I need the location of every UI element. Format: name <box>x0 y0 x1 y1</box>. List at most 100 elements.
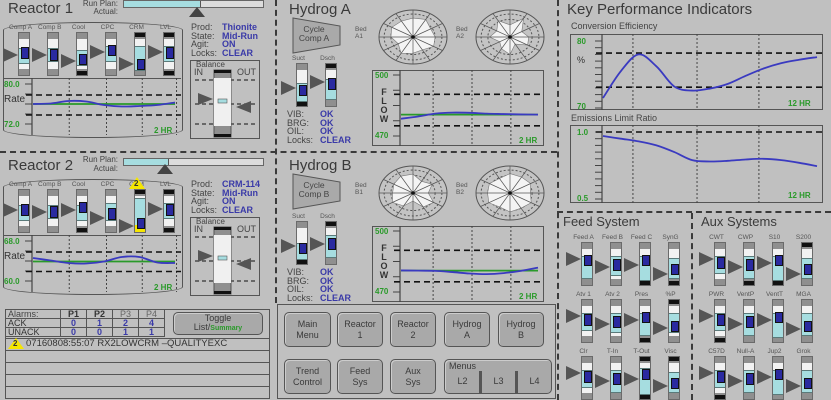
gauge-row: PWR VentP VentT MGA <box>699 291 815 343</box>
gauge-bar <box>639 242 651 286</box>
level-gauge: Suct <box>281 213 310 265</box>
gauge-label: VentT <box>766 291 783 298</box>
alarm-list-row-empty[interactable] <box>5 351 270 363</box>
gauge-bar <box>296 221 308 265</box>
gauge-bar <box>610 242 622 286</box>
gauge-bar <box>581 242 593 286</box>
gauge-setpoint-pointer-icon <box>32 205 47 220</box>
gauge-label: Suct <box>291 213 305 220</box>
trend-line <box>400 111 539 120</box>
balance-out-label: OUT <box>237 67 256 77</box>
toggle-list-summary-button[interactable]: Toggle List/Summary <box>173 312 263 335</box>
alarm-list-row-empty[interactable] <box>5 387 270 399</box>
gauge-bar <box>296 63 308 107</box>
axis-min-label: 60.0 <box>4 277 20 286</box>
level-gauge: Dsch <box>310 213 339 265</box>
gauge-high-limit <box>326 222 336 226</box>
level-gauge: Clr <box>566 348 595 400</box>
main-menu-button[interactable]: Main Menu <box>284 312 331 347</box>
level-gauge: T-In <box>595 348 624 400</box>
level-gauge: CPC <box>90 181 119 233</box>
unack-count: 0 <box>60 327 87 337</box>
gauge-label: S10 <box>768 234 781 241</box>
trend-span-label: 2 HR <box>154 126 173 135</box>
gauge-setpoint-pointer-icon <box>786 322 801 337</box>
button-label: Aux <box>405 365 421 376</box>
axis-min-label: 0.5 <box>577 194 589 203</box>
gauge-bar <box>581 356 593 400</box>
gauge-row: Comp A Comp B Cool CPC CRM LVL <box>3 24 177 76</box>
bed-label-line: A1 <box>355 33 363 40</box>
alarm-priority-icon: 2 <box>129 177 145 189</box>
button-label: Reactor <box>397 318 429 329</box>
gauge-setpoint-pointer-icon <box>566 365 581 380</box>
gauge-bar <box>18 189 30 233</box>
menu-l3-button[interactable]: L3 <box>482 376 515 387</box>
gauge-bar <box>134 189 146 233</box>
gauge-label: CWP <box>737 234 754 241</box>
balance-in-label: IN <box>194 224 203 234</box>
gauge-label: S200 <box>795 234 812 241</box>
gauge-bar <box>105 189 117 233</box>
axis-max-label: 500 <box>375 71 389 80</box>
gauge-label: Comp A <box>9 24 33 31</box>
actual-label: Actual: <box>93 164 118 173</box>
gauge-bar <box>47 32 59 76</box>
gauge-low-limit <box>715 338 725 342</box>
aux-sys-button[interactable]: Aux Sys <box>390 359 436 394</box>
feed-sys-button[interactable]: Feed Sys <box>337 359 383 394</box>
button-label: Sys <box>352 376 368 387</box>
button-label: Trend <box>295 365 320 376</box>
gauge-bar <box>668 299 680 343</box>
level-gauge: CRM 2 <box>119 177 148 233</box>
level-gauge: SynG <box>653 234 682 286</box>
gauge-label: CWT <box>709 234 724 241</box>
gauge-bar <box>772 356 784 400</box>
gauge-setpoint-pointer-icon <box>728 317 743 332</box>
chart-title: Conversion Efficiency <box>571 21 658 31</box>
level-gauge: T-Out <box>624 348 653 400</box>
trend-span-label: 12 HR <box>788 99 811 108</box>
chart-frame <box>372 226 544 302</box>
level-gauge: S200 <box>786 234 815 286</box>
axis-max-label: 68.0 <box>4 237 20 246</box>
divider <box>0 151 557 153</box>
gauge-value-marker <box>642 312 650 324</box>
unack-count: 1 <box>138 327 165 337</box>
level-gauge: Comp B <box>32 24 61 76</box>
menu-l4-button[interactable]: L4 <box>518 376 551 387</box>
gauge-label: T-Out <box>633 348 650 355</box>
status-value: CLEAR <box>320 135 351 146</box>
reactor-1-button[interactable]: Reactor 1 <box>337 312 383 347</box>
gauge-setpoint-pointer-icon <box>786 379 801 394</box>
gauge-value-marker <box>79 202 87 214</box>
alarm-list-row-empty[interactable] <box>5 375 270 387</box>
bed-b1-temperature-polar <box>378 165 448 221</box>
compressor-label-line: Comp A <box>298 33 330 43</box>
gauge-setpoint-pointer-icon <box>757 313 772 327</box>
level-gauge: C57D <box>699 348 728 400</box>
hydrog-b-button[interactable]: Hydrog B <box>498 312 544 347</box>
trend-span-label: 2 HR <box>154 283 173 292</box>
gauge-value-marker <box>804 377 812 389</box>
gauge-value-marker <box>584 371 592 383</box>
gauge-value-marker <box>775 369 783 381</box>
alarm-summary: Alarms: P1 P2 P3 P4 ACK 0124 UNACK 0011 … <box>5 309 270 339</box>
flow-trend-chart <box>372 70 544 146</box>
gauge-setpoint-pointer-icon <box>566 308 581 323</box>
axis-min-label: 470 <box>375 287 389 296</box>
alarm-list-row[interactable]: 2 07160808:55:07 RX2LOWCRM –QUALITYEXC <box>5 338 270 351</box>
menu-l2-button[interactable]: L2 <box>445 376 480 387</box>
actual-label: Actual: <box>93 7 118 16</box>
gauge-label: Feed C <box>630 234 653 241</box>
gauge-label: %P <box>665 291 676 298</box>
level-gauge: Comp A <box>3 181 32 233</box>
hydrog-a-button[interactable]: Hydrog A <box>444 312 490 347</box>
gauge-row: Suct Dsch <box>281 213 339 265</box>
level-gauge: LVL <box>148 181 177 233</box>
process-overview-screen: Reactor 1 Run Plan: Actual: Comp A Comp B… <box>0 0 831 400</box>
balance-out-label: OUT <box>237 224 256 234</box>
alarm-list-row-empty[interactable] <box>5 363 270 375</box>
reactor-2-button[interactable]: Reactor 2 <box>390 312 436 347</box>
trend-control-button[interactable]: Trend Control <box>284 359 331 394</box>
